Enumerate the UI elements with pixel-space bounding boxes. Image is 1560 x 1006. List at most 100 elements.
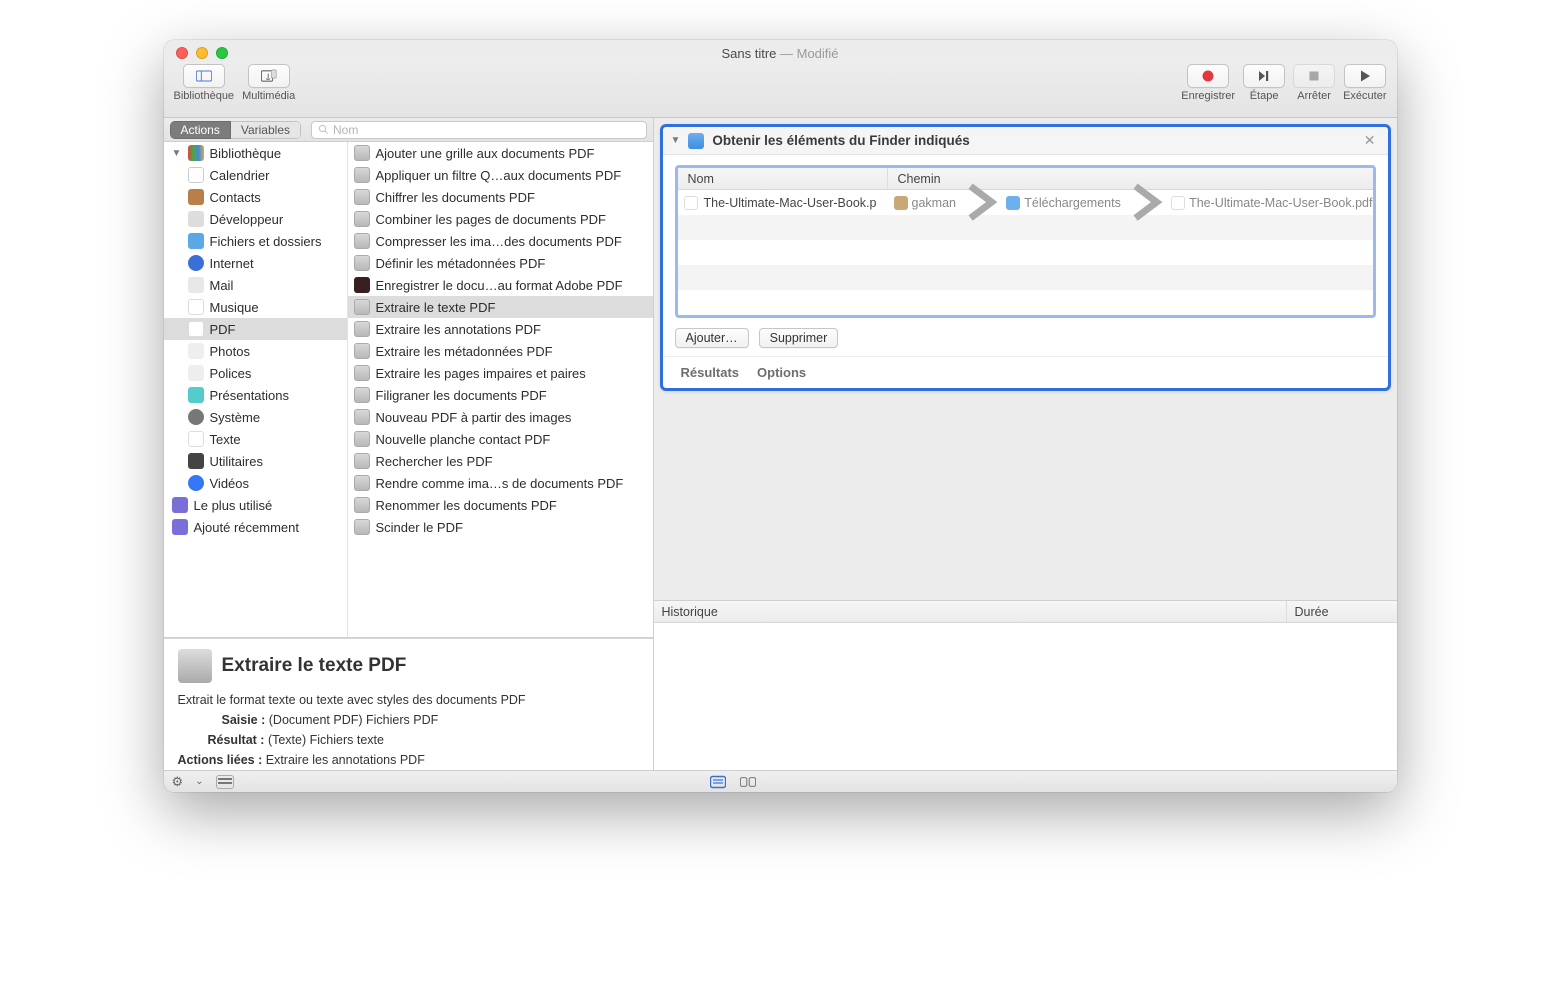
automator-action-icon (354, 189, 370, 205)
remove-action-button[interactable]: ✕ (1360, 132, 1380, 149)
record-button[interactable] (1187, 64, 1229, 88)
category-icon (188, 431, 204, 447)
action-output-row: Résultat : (Texte) Fichiers texte (178, 733, 639, 747)
path-segment: gakman (894, 196, 956, 210)
category-vid-os[interactable]: Vidéos (164, 472, 347, 494)
category-label: PDF (210, 322, 236, 337)
stop-button[interactable] (1293, 64, 1335, 88)
input-value: (Document PDF) Fichiers PDF (269, 713, 438, 727)
action-list[interactable]: Ajouter une grille aux documents PDFAppl… (348, 142, 653, 637)
category-icon (188, 365, 204, 381)
action-list-item[interactable]: Filigraner les documents PDF (348, 384, 653, 406)
search-icon (318, 124, 329, 135)
add-file-button[interactable]: Ajouter… (675, 328, 749, 348)
automator-action-icon (354, 365, 370, 381)
category-icon (188, 453, 204, 469)
category-utilitaires[interactable]: Utilitaires (164, 450, 347, 472)
category-polices[interactable]: Polices (164, 362, 347, 384)
action-list-item[interactable]: Enregistrer le docu…au format Adobe PDF (348, 274, 653, 296)
category-musique[interactable]: Musique (164, 296, 347, 318)
smartfolder-item[interactable]: Ajouté récemment (164, 516, 347, 538)
action-list-item[interactable]: Nouveau PDF à partir des images (348, 406, 653, 428)
category-internet[interactable]: Internet (164, 252, 347, 274)
column-name-header[interactable]: Nom (678, 168, 888, 189)
search-input[interactable]: Nom (311, 121, 647, 139)
action-list-item[interactable]: Extraire le texte PDF (348, 296, 653, 318)
category-mail[interactable]: Mail (164, 274, 347, 296)
action-label: Compresser les ima…des documents PDF (376, 234, 622, 249)
tab-variables[interactable]: Variables (231, 121, 301, 139)
gear-icon[interactable]: ⚙︎ (172, 774, 184, 790)
category-syst-me[interactable]: Système (164, 406, 347, 428)
zoom-window-button[interactable] (216, 47, 228, 59)
disclosure-triangle-icon[interactable]: ▼ (671, 135, 681, 146)
category-d-veloppeur[interactable]: Développeur (164, 208, 347, 230)
category-photos[interactable]: Photos (164, 340, 347, 362)
action-list-item[interactable]: Ajouter une grille aux documents PDF (348, 142, 653, 164)
category-texte[interactable]: Texte (164, 428, 347, 450)
view-flow-button[interactable] (739, 775, 757, 789)
minimize-window-button[interactable] (196, 47, 208, 59)
category-pr-sentations[interactable]: Présentations (164, 384, 347, 406)
log-toggle-button[interactable] (216, 775, 234, 789)
category-label: Musique (210, 300, 259, 315)
options-tab[interactable]: Options (757, 365, 806, 380)
library-columns: ▼ Bibliothèque Calendrier Contacts Dévelop… (164, 142, 653, 638)
workflow-action-card[interactable]: ▼ Obtenir les éléments du Finder indiqué… (660, 124, 1391, 391)
category-contacts[interactable]: Contacts (164, 186, 347, 208)
action-list-item[interactable]: Rechercher les PDF (348, 450, 653, 472)
remove-file-button[interactable]: Supprimer (759, 328, 839, 348)
log-duration-column[interactable]: Durée (1287, 601, 1397, 622)
toolbar-step-label: Étape (1250, 90, 1279, 102)
workflow-canvas[interactable]: ▼ Obtenir les éléments du Finder indiqué… (654, 118, 1397, 600)
category-pdf[interactable]: PDF (164, 318, 347, 340)
action-list-item[interactable]: Extraire les métadonnées PDF (348, 340, 653, 362)
action-list-item[interactable]: Compresser les ima…des documents PDF (348, 230, 653, 252)
folder-icon (1006, 196, 1020, 210)
action-list-item[interactable]: Définir les métadonnées PDF (348, 252, 653, 274)
log-history-column[interactable]: Historique (654, 601, 1287, 622)
close-window-button[interactable] (176, 47, 188, 59)
automator-action-icon (354, 167, 370, 183)
library-root[interactable]: ▼ Bibliothèque (164, 142, 347, 164)
category-label: Contacts (210, 190, 261, 205)
disclosure-triangle-icon[interactable]: ▼ (172, 148, 182, 159)
category-list[interactable]: ▼ Bibliothèque Calendrier Contacts Dévelop… (164, 142, 348, 637)
document-title: Sans titre (721, 46, 776, 61)
tab-actions[interactable]: Actions (170, 121, 231, 139)
media-button[interactable] (248, 64, 290, 88)
chevron-up-down-icon[interactable]: ⌄ (195, 776, 203, 787)
action-list-item[interactable]: Extraire les annotations PDF (348, 318, 653, 340)
library-root-label: Bibliothèque (210, 146, 282, 161)
step-button[interactable] (1243, 64, 1285, 88)
action-list-item[interactable]: Extraire les pages impaires et paires (348, 362, 653, 384)
action-list-item[interactable]: Nouvelle planche contact PDF (348, 428, 653, 450)
action-list-item[interactable]: Rendre comme ima…s de documents PDF (348, 472, 653, 494)
toggle-library-button[interactable] (183, 64, 225, 88)
action-list-item[interactable]: Combiner les pages de documents PDF (348, 208, 653, 230)
category-icon (188, 475, 204, 491)
category-icon (188, 233, 204, 249)
smartfolder-item[interactable]: Le plus utilisé (164, 494, 347, 516)
file-table[interactable]: Nom Chemin The-Ultimate-Mac-User-Book.pg… (675, 165, 1376, 318)
action-list-item[interactable]: Renommer les documents PDF (348, 494, 653, 516)
automator-action-icon (354, 145, 370, 161)
category-label: Polices (210, 366, 252, 381)
run-button[interactable] (1344, 64, 1386, 88)
category-fichiers-et-dossiers[interactable]: Fichiers et dossiers (164, 230, 347, 252)
category-label: Fichiers et dossiers (210, 234, 322, 249)
automator-action-icon (354, 453, 370, 469)
action-card-buttons: Ajouter… Supprimer (675, 328, 1376, 348)
action-card-header: ▼ Obtenir les éléments du Finder indiqué… (663, 127, 1388, 155)
results-tab[interactable]: Résultats (681, 365, 740, 380)
automator-window: Sans titre — Modifié Bibliothèque Multim… (164, 40, 1397, 792)
file-row[interactable]: The-Ultimate-Mac-User-Book.pgakmanTéléch… (678, 190, 1373, 215)
action-list-item[interactable]: Chiffrer les documents PDF (348, 186, 653, 208)
action-list-item[interactable]: Appliquer un filtre Q…aux documents PDF (348, 164, 653, 186)
category-calendrier[interactable]: Calendrier (164, 164, 347, 186)
modified-suffix: — Modifié (776, 46, 838, 61)
view-list-button[interactable] (709, 775, 727, 789)
action-label: Enregistrer le docu…au format Adobe PDF (376, 278, 623, 293)
action-list-item[interactable]: Scinder le PDF (348, 516, 653, 538)
category-icon (188, 409, 204, 425)
